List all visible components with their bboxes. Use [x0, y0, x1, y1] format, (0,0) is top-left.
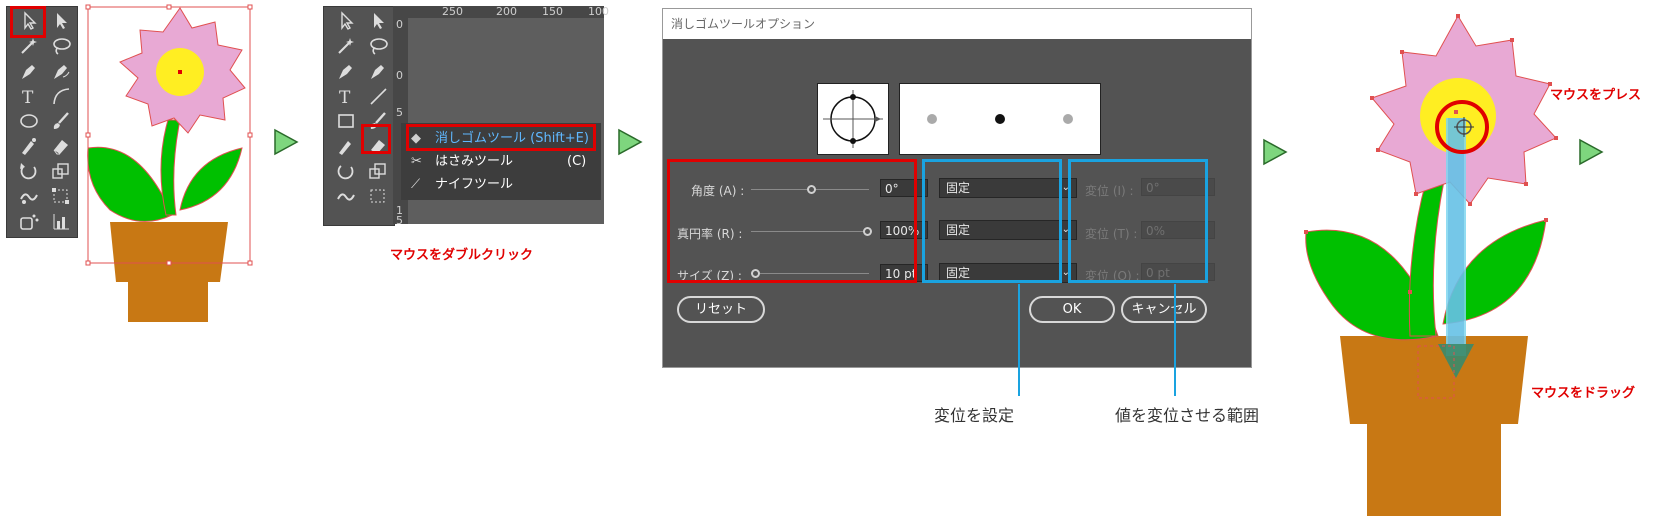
- variation-annotation: 変位を設定: [934, 406, 1015, 425]
- press-caption: マウスをプレス: [1550, 88, 1642, 103]
- drag-caption: マウスをドラッグ: [1531, 386, 1636, 401]
- brush-size-preview: [927, 114, 1073, 124]
- ruler-label: 0: [396, 69, 403, 82]
- double-click-caption: マウスをダブルクリック: [390, 248, 534, 263]
- menu-item-knife-label: ナイフツール: [435, 177, 514, 192]
- magic-wand-tool-icon[interactable]: [334, 35, 358, 57]
- menu-item-knife[interactable]: ⟋ ナイフツール: [401, 174, 601, 196]
- reset-button[interactable]: リセット: [677, 296, 765, 323]
- ellipse-tool-icon[interactable]: [17, 110, 41, 132]
- direct-selection-tool-icon[interactable]: [366, 10, 390, 32]
- step-arrow-4: [1579, 138, 1604, 166]
- free-transform-tool-icon[interactable]: [366, 185, 390, 207]
- ruler-label: 150: [542, 5, 563, 18]
- arc-tool-icon[interactable]: [49, 85, 73, 107]
- tools-panel-1: T: [6, 6, 78, 238]
- rotate-tool-icon[interactable]: [334, 160, 358, 182]
- ruler-label: 100: [588, 5, 609, 18]
- flower-artwork-1: [85, 4, 253, 322]
- knife-icon: ⟋: [411, 177, 421, 192]
- menu-item-scissors[interactable]: ✂ はさみツール (C): [401, 151, 601, 173]
- variation-highlight: [922, 159, 1062, 283]
- eraser-menu-item-highlight: [406, 124, 596, 151]
- free-transform-tool-icon[interactable]: [49, 185, 73, 207]
- symbol-sprayer-tool-icon[interactable]: [17, 210, 41, 232]
- ruler-label: 5: [396, 214, 403, 227]
- warp-tool-icon[interactable]: [17, 185, 41, 207]
- rotate-tool-icon[interactable]: [17, 160, 41, 182]
- shaper-tool-icon[interactable]: [334, 135, 358, 157]
- line-tool-icon[interactable]: [366, 85, 390, 107]
- direct-selection-tool-icon[interactable]: [49, 10, 73, 32]
- eraser-options-dialog: 消しゴムツールオプション 角度 (A) : 0° 固定 ⌄ 変位 (I) : 0…: [662, 8, 1252, 368]
- cancel-button[interactable]: キャンセル: [1121, 296, 1207, 323]
- lasso-tool-icon[interactable]: [366, 35, 390, 57]
- range-highlight: [1068, 159, 1208, 283]
- menu-item-scissors-label: はさみツール: [435, 154, 514, 169]
- brush-size-preview-box: [899, 83, 1101, 155]
- param-values-highlight: [667, 159, 917, 283]
- ruler-label: 250: [442, 5, 463, 18]
- selection-tool-icon[interactable]: [334, 10, 358, 32]
- eraser-tool-icon[interactable]: [49, 135, 73, 157]
- pen-tool-icon[interactable]: [334, 60, 358, 82]
- lasso-tool-icon[interactable]: [49, 35, 73, 57]
- curvature-tool-icon[interactable]: [49, 60, 73, 82]
- scale-tool-icon[interactable]: [366, 160, 390, 182]
- selection-tool-highlight: [10, 6, 46, 38]
- range-leader-line: [1174, 284, 1176, 396]
- svg-text:T: T: [22, 88, 34, 107]
- shaper-tool-icon[interactable]: [17, 135, 41, 157]
- scale-tool-icon[interactable]: [49, 160, 73, 182]
- variation-leader-line: [1018, 284, 1020, 396]
- ruler-label: 200: [496, 5, 517, 18]
- warp-tool-icon[interactable]: [334, 185, 358, 207]
- svg-text:T: T: [339, 88, 351, 107]
- step-arrow-3: [1263, 138, 1288, 166]
- horizontal-ruler: 250 200 150 100: [408, 5, 609, 18]
- range-annotation: 値を変位させる範囲: [1115, 406, 1260, 425]
- brush-shape-preview: [823, 90, 883, 148]
- curvature-tool-icon[interactable]: [366, 60, 390, 82]
- ruler-label: 5: [396, 106, 403, 119]
- eraser-tool-highlight: [361, 124, 391, 154]
- paintbrush-tool-icon[interactable]: [49, 110, 73, 132]
- tools-panel-2: T: [323, 6, 395, 226]
- pen-tool-icon[interactable]: [17, 60, 41, 82]
- ruler-label: 0: [396, 18, 403, 31]
- type-tool-icon[interactable]: T: [17, 85, 41, 108]
- graph-tool-icon[interactable]: [49, 210, 73, 232]
- rectangle-tool-icon[interactable]: [334, 110, 358, 132]
- step-arrow-1: [274, 128, 299, 156]
- brush-preview-box: [817, 83, 889, 155]
- menu-item-scissors-shortcut: (C): [567, 154, 587, 169]
- magic-wand-tool-icon[interactable]: [17, 35, 41, 57]
- scissors-icon: ✂: [411, 154, 422, 169]
- flower-artwork-2: [1304, 14, 1558, 516]
- step-arrow-2: [618, 128, 643, 156]
- type-tool-icon[interactable]: T: [334, 85, 358, 108]
- dialog-title: 消しゴムツールオプション: [663, 9, 1251, 39]
- ok-button[interactable]: OK: [1029, 296, 1115, 323]
